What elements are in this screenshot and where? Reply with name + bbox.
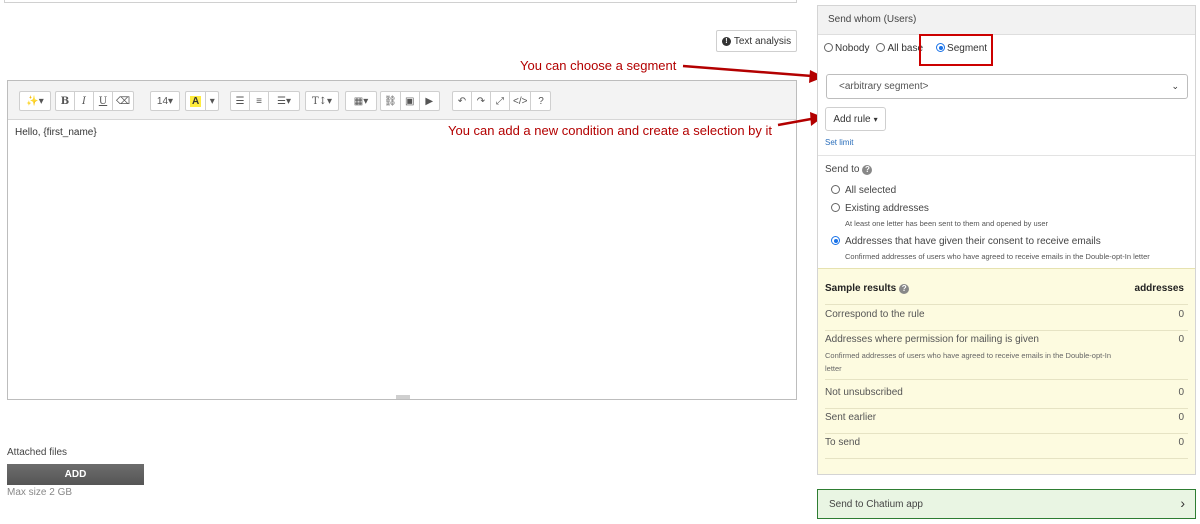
results-column-label: addresses <box>1134 283 1184 294</box>
radio-all-base[interactable]: All base <box>876 43 923 54</box>
send-to-chatium-button[interactable]: Send to Chatium app › <box>817 489 1196 519</box>
caret-down-icon: ▾ <box>873 114 878 124</box>
result-row: To send 0 <box>825 437 1188 459</box>
radio-all-base-label: All base <box>887 43 924 54</box>
arrow-segment-line <box>682 64 813 78</box>
result-label: Correspond to the rule <box>825 309 925 320</box>
add-rule-button[interactable]: Add rule ▾ <box>825 107 886 131</box>
result-label: Not unsubscribed <box>825 387 903 398</box>
result-label: Sent earlier <box>825 412 877 423</box>
result-value: 0 <box>1178 387 1184 398</box>
send-option-all-circle[interactable] <box>831 185 840 194</box>
chevron-down-icon: ⌄ <box>1171 81 1179 91</box>
results-header: Sample results? addresses <box>825 283 1188 305</box>
send-option-existing-sub: At least one letter has been sent to the… <box>845 219 1049 228</box>
result-row: Correspond to the rule 0 <box>825 309 1188 331</box>
send-option-all-label: All selected <box>845 185 897 196</box>
send-option-all[interactable]: All selected <box>831 185 896 196</box>
chevron-right-icon: › <box>1180 495 1185 511</box>
result-value: 0 <box>1178 309 1184 320</box>
set-limit-link[interactable]: Set limit <box>825 138 853 147</box>
question-icon[interactable]: ? <box>862 165 873 175</box>
result-row: Sent earlier 0 <box>825 412 1188 434</box>
radio-nobody-label: Nobody <box>835 43 870 54</box>
send-option-existing-circle[interactable] <box>831 203 840 212</box>
results-title: Sample results <box>825 283 897 294</box>
segment-select[interactable]: <arbitrary segment> ⌄ <box>826 74 1188 99</box>
add-rule-label: Add rule <box>833 113 871 125</box>
radio-nobody-circle[interactable] <box>824 43 833 52</box>
send-option-consent-circle[interactable] <box>831 236 840 245</box>
chatium-label: Send to Chatium app <box>829 499 923 510</box>
result-row: Addresses where permission for mailing i… <box>825 334 1188 380</box>
result-value: 0 <box>1178 437 1184 448</box>
send-option-consent[interactable]: Addresses that have given their consent … <box>831 236 1101 247</box>
result-label: Addresses where permission for mailing i… <box>825 334 1039 345</box>
send-to-label: Send to? <box>825 164 873 175</box>
radio-nobody[interactable]: Nobody <box>824 43 869 54</box>
send-option-existing-label: Existing addresses <box>845 203 929 214</box>
send-option-consent-label: Addresses that have given their consent … <box>845 236 1101 247</box>
question-icon[interactable]: ? <box>899 284 910 294</box>
send-option-existing[interactable]: Existing addresses <box>831 203 929 214</box>
radio-all-base-circle[interactable] <box>876 43 886 52</box>
send-to-text: Send to <box>825 164 860 175</box>
segment-select-value: <arbitrary segment> <box>839 81 929 92</box>
segment-highlight-box <box>919 34 993 66</box>
sample-results: Sample results? addresses Correspond to … <box>818 268 1195 474</box>
result-label: To send <box>825 437 861 448</box>
send-option-consent-sub: Confirmed addresses of users who have ag… <box>845 252 1150 261</box>
result-value: 0 <box>1178 334 1184 345</box>
result-sublabel: Confirmed addresses of users who have ag… <box>825 351 1111 373</box>
panel-header: Send whom (Users) <box>818 6 1195 35</box>
panel-divider <box>818 155 1195 156</box>
result-row: Not unsubscribed 0 <box>825 387 1188 409</box>
arrow-condition-line <box>777 117 812 127</box>
send-whom-panel: Send whom (Users) Nobody All base Segmen… <box>817 5 1196 475</box>
result-value: 0 <box>1178 412 1184 423</box>
